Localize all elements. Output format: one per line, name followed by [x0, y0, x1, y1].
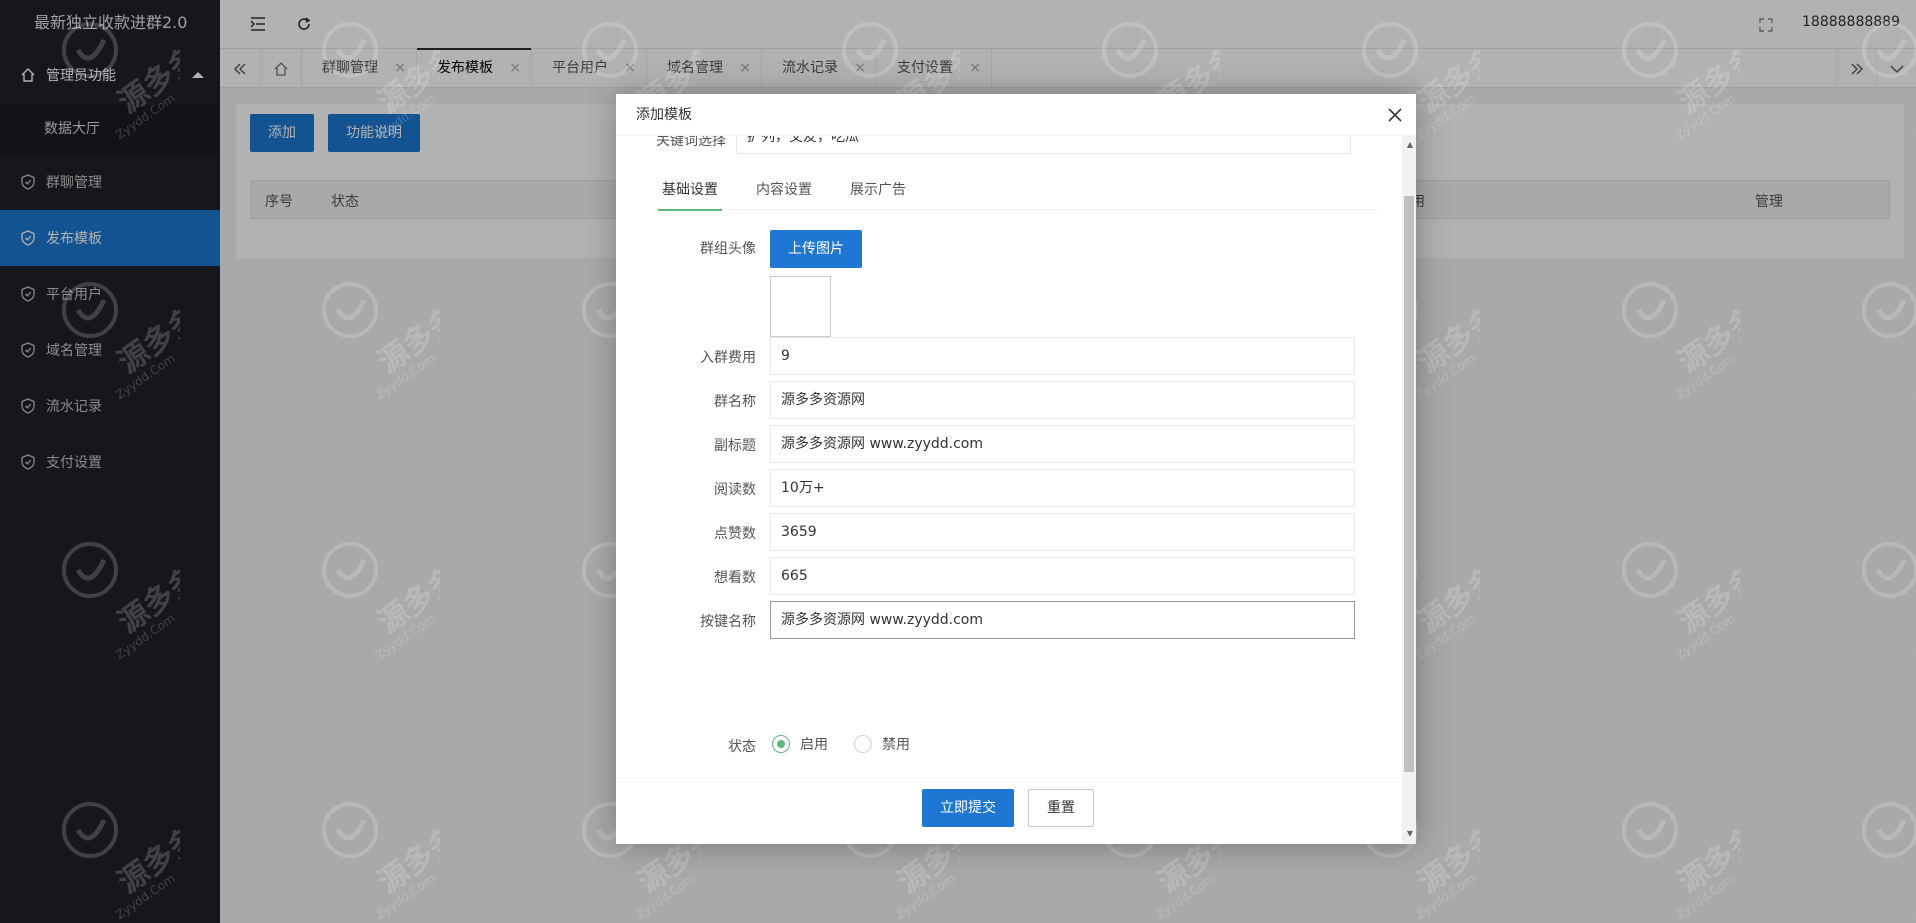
keyword-field[interactable]: 扩列，交友，吃瓜: [736, 136, 1351, 154]
group-name-label: 群名称: [714, 394, 756, 410]
upload-image-button[interactable]: 上传图片: [770, 230, 862, 268]
status-disabled-radio[interactable]: 禁用: [854, 734, 910, 754]
subtitle-label: 副标题: [714, 438, 756, 454]
join-fee-label: 入群费用: [700, 350, 756, 366]
keyword-row: 关键词选择 扩列，交友，吃瓜: [636, 136, 1376, 156]
reset-button[interactable]: 重置: [1028, 789, 1094, 827]
want-count-input[interactable]: 665: [770, 557, 1355, 595]
status-label: 状态: [728, 739, 756, 755]
subtitle-input[interactable]: 源多多资源网 www.zyydd.com: [770, 425, 1355, 463]
like-count-label: 点赞数: [714, 526, 756, 542]
avatar-preview: [770, 276, 831, 337]
dialog-title: 添加模板: [616, 94, 1416, 136]
tab-content-settings[interactable]: 内容设置: [752, 170, 816, 210]
tab-basic-settings[interactable]: 基础设置: [658, 170, 722, 211]
read-count-label: 阅读数: [714, 482, 756, 498]
read-count-input[interactable]: 10万+: [770, 469, 1355, 507]
submit-button[interactable]: 立即提交: [922, 789, 1014, 827]
dialog-scrollbar[interactable]: [1402, 136, 1416, 844]
want-count-label: 想看数: [714, 570, 756, 586]
scroll-down-arrow-icon[interactable]: ▼: [1407, 829, 1413, 838]
radio-label-enabled: 启用: [800, 737, 828, 753]
tab-display-ads[interactable]: 展示广告: [846, 170, 910, 210]
dialog-footer: 立即提交 重置: [616, 782, 1402, 844]
dialog-body: 关键词选择 扩列，交友，吃瓜 基础设置 内容设置 展示广告 群组头像 上传图片 …: [616, 136, 1402, 774]
add-template-dialog: 添加模板 关键词选择 扩列，交友，吃瓜 基础设置 内容设置 展示广告 群组头像 …: [616, 94, 1416, 844]
avatar-label: 群组头像: [700, 241, 756, 257]
like-count-input[interactable]: 3659: [770, 513, 1355, 551]
radio-label-disabled: 禁用: [882, 737, 910, 753]
status-enabled-radio[interactable]: 启用: [772, 734, 828, 754]
radio-unchecked-icon: [854, 735, 872, 753]
scrollbar-thumb[interactable]: [1404, 196, 1414, 772]
group-name-input[interactable]: 源多多资源网: [770, 381, 1355, 419]
radio-checked-icon: [772, 735, 790, 753]
button-name-label: 按键名称: [700, 614, 756, 630]
join-fee-input[interactable]: 9: [770, 337, 1355, 375]
close-icon[interactable]: [1386, 106, 1404, 124]
form-tabs: 基础设置 内容设置 展示广告: [658, 170, 1378, 211]
button-name-input[interactable]: 源多多资源网 www.zyydd.com: [770, 601, 1355, 639]
scroll-up-arrow-icon[interactable]: ▲: [1407, 140, 1413, 149]
keyword-label: 关键词选择: [656, 136, 726, 149]
